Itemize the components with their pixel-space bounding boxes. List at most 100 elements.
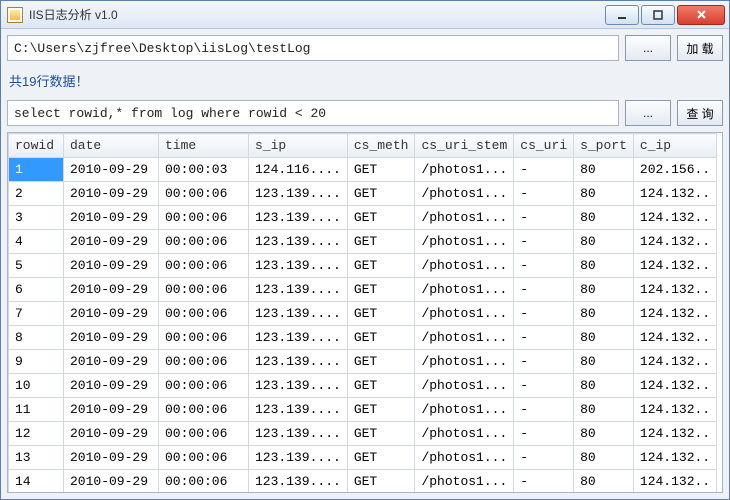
cell-cs_uri[interactable]: - [514, 158, 574, 182]
cell-cs_uri_stem[interactable]: /photos1... [415, 302, 514, 326]
column-header-time[interactable]: time [159, 134, 249, 158]
cell-cs_meth[interactable]: GET [347, 302, 415, 326]
column-header-rowid[interactable]: rowid [9, 134, 64, 158]
cell-c_ip[interactable]: 124.132.. [633, 350, 716, 374]
cell-time[interactable]: 00:00:06 [159, 254, 249, 278]
cell-cs_uri_stem[interactable]: /photos1... [415, 158, 514, 182]
cell-cs_uri[interactable]: - [514, 446, 574, 470]
cell-c_ip[interactable]: 124.132.. [633, 374, 716, 398]
cell-c_ip[interactable]: 124.132.. [633, 422, 716, 446]
cell-c_ip[interactable]: 124.132.. [633, 230, 716, 254]
cell-time[interactable]: 00:00:06 [159, 278, 249, 302]
cell-c_ip[interactable]: 202.156.. [633, 158, 716, 182]
cell-cs_uri_stem[interactable]: /photos1... [415, 350, 514, 374]
cell-s_port[interactable]: 80 [574, 182, 634, 206]
cell-s_port[interactable]: 80 [574, 254, 634, 278]
cell-s_ip[interactable]: 123.139.... [249, 350, 348, 374]
cell-s_port[interactable]: 80 [574, 422, 634, 446]
cell-s_ip[interactable]: 123.139.... [249, 446, 348, 470]
cell-time[interactable]: 00:00:06 [159, 326, 249, 350]
load-button[interactable]: 加 载 [677, 35, 723, 61]
column-header-cs_meth[interactable]: cs_meth [347, 134, 415, 158]
cell-cs_uri_stem[interactable]: /photos1... [415, 446, 514, 470]
cell-time[interactable]: 00:00:06 [159, 422, 249, 446]
cell-rowid[interactable]: 8 [9, 326, 64, 350]
cell-rowid[interactable]: 3 [9, 206, 64, 230]
cell-s_port[interactable]: 80 [574, 158, 634, 182]
cell-cs_uri[interactable]: - [514, 422, 574, 446]
cell-s_ip[interactable]: 124.116.... [249, 158, 348, 182]
cell-c_ip[interactable]: 124.132.. [633, 446, 716, 470]
cell-rowid[interactable]: 6 [9, 278, 64, 302]
sql-input[interactable] [7, 100, 619, 126]
table-row[interactable]: 32010-09-2900:00:06123.139....GET/photos… [9, 206, 717, 230]
path-input[interactable] [7, 35, 619, 61]
cell-s_port[interactable]: 80 [574, 374, 634, 398]
cell-s_ip[interactable]: 123.139.... [249, 302, 348, 326]
browse-path-button[interactable]: ... [625, 35, 671, 61]
cell-cs_uri_stem[interactable]: /photos1... [415, 422, 514, 446]
cell-s_port[interactable]: 80 [574, 302, 634, 326]
cell-s_port[interactable]: 80 [574, 326, 634, 350]
cell-s_ip[interactable]: 123.139.... [249, 230, 348, 254]
cell-cs_uri[interactable]: - [514, 302, 574, 326]
cell-cs_uri[interactable]: - [514, 326, 574, 350]
cell-c_ip[interactable]: 124.132.. [633, 470, 716, 493]
cell-date[interactable]: 2010-09-29 [64, 422, 159, 446]
table-row[interactable]: 112010-09-2900:00:06123.139....GET/photo… [9, 398, 717, 422]
cell-rowid[interactable]: 2 [9, 182, 64, 206]
cell-cs_uri[interactable]: - [514, 182, 574, 206]
cell-cs_uri_stem[interactable]: /photos1... [415, 254, 514, 278]
cell-time[interactable]: 00:00:06 [159, 470, 249, 493]
cell-rowid[interactable]: 12 [9, 422, 64, 446]
table-row[interactable]: 122010-09-2900:00:06123.139....GET/photo… [9, 422, 717, 446]
column-header-c_ip[interactable]: c_ip [633, 134, 716, 158]
cell-c_ip[interactable]: 124.132.. [633, 206, 716, 230]
cell-s_ip[interactable]: 123.139.... [249, 206, 348, 230]
cell-time[interactable]: 00:00:06 [159, 374, 249, 398]
cell-c_ip[interactable]: 124.132.. [633, 398, 716, 422]
cell-time[interactable]: 00:00:06 [159, 398, 249, 422]
cell-cs_uri_stem[interactable]: /photos1... [415, 326, 514, 350]
table-row[interactable]: 132010-09-2900:00:06123.139....GET/photo… [9, 446, 717, 470]
cell-cs_meth[interactable]: GET [347, 182, 415, 206]
cell-cs_uri[interactable]: - [514, 470, 574, 493]
column-header-cs_uri[interactable]: cs_uri [514, 134, 574, 158]
cell-date[interactable]: 2010-09-29 [64, 230, 159, 254]
cell-s_ip[interactable]: 123.139.... [249, 422, 348, 446]
cell-cs_meth[interactable]: GET [347, 326, 415, 350]
cell-cs_meth[interactable]: GET [347, 254, 415, 278]
cell-date[interactable]: 2010-09-29 [64, 254, 159, 278]
cell-date[interactable]: 2010-09-29 [64, 302, 159, 326]
cell-s_ip[interactable]: 123.139.... [249, 470, 348, 493]
cell-cs_meth[interactable]: GET [347, 422, 415, 446]
cell-cs_uri[interactable]: - [514, 206, 574, 230]
cell-cs_uri[interactable]: - [514, 230, 574, 254]
cell-cs_uri[interactable]: - [514, 398, 574, 422]
cell-time[interactable]: 00:00:06 [159, 446, 249, 470]
cell-time[interactable]: 00:00:06 [159, 182, 249, 206]
cell-time[interactable]: 00:00:06 [159, 230, 249, 254]
cell-time[interactable]: 00:00:06 [159, 302, 249, 326]
cell-rowid[interactable]: 1 [9, 158, 64, 182]
cell-cs_meth[interactable]: GET [347, 230, 415, 254]
cell-cs_uri_stem[interactable]: /photos1... [415, 206, 514, 230]
cell-cs_uri[interactable]: - [514, 278, 574, 302]
cell-time[interactable]: 00:00:03 [159, 158, 249, 182]
cell-date[interactable]: 2010-09-29 [64, 158, 159, 182]
table-row[interactable]: 52010-09-2900:00:06123.139....GET/photos… [9, 254, 717, 278]
cell-cs_uri_stem[interactable]: /photos1... [415, 398, 514, 422]
column-header-date[interactable]: date [64, 134, 159, 158]
cell-s_ip[interactable]: 123.139.... [249, 254, 348, 278]
cell-cs_meth[interactable]: GET [347, 350, 415, 374]
cell-rowid[interactable]: 7 [9, 302, 64, 326]
table-row[interactable]: 102010-09-2900:00:06123.139....GET/photo… [9, 374, 717, 398]
titlebar[interactable]: IIS日志分析 v1.0 [1, 1, 729, 29]
cell-s_ip[interactable]: 123.139.... [249, 398, 348, 422]
cell-s_port[interactable]: 80 [574, 470, 634, 493]
table-row[interactable]: 72010-09-2900:00:06123.139....GET/photos… [9, 302, 717, 326]
cell-rowid[interactable]: 11 [9, 398, 64, 422]
table-row[interactable]: 42010-09-2900:00:06123.139....GET/photos… [9, 230, 717, 254]
cell-s_ip[interactable]: 123.139.... [249, 374, 348, 398]
cell-cs_uri[interactable]: - [514, 374, 574, 398]
